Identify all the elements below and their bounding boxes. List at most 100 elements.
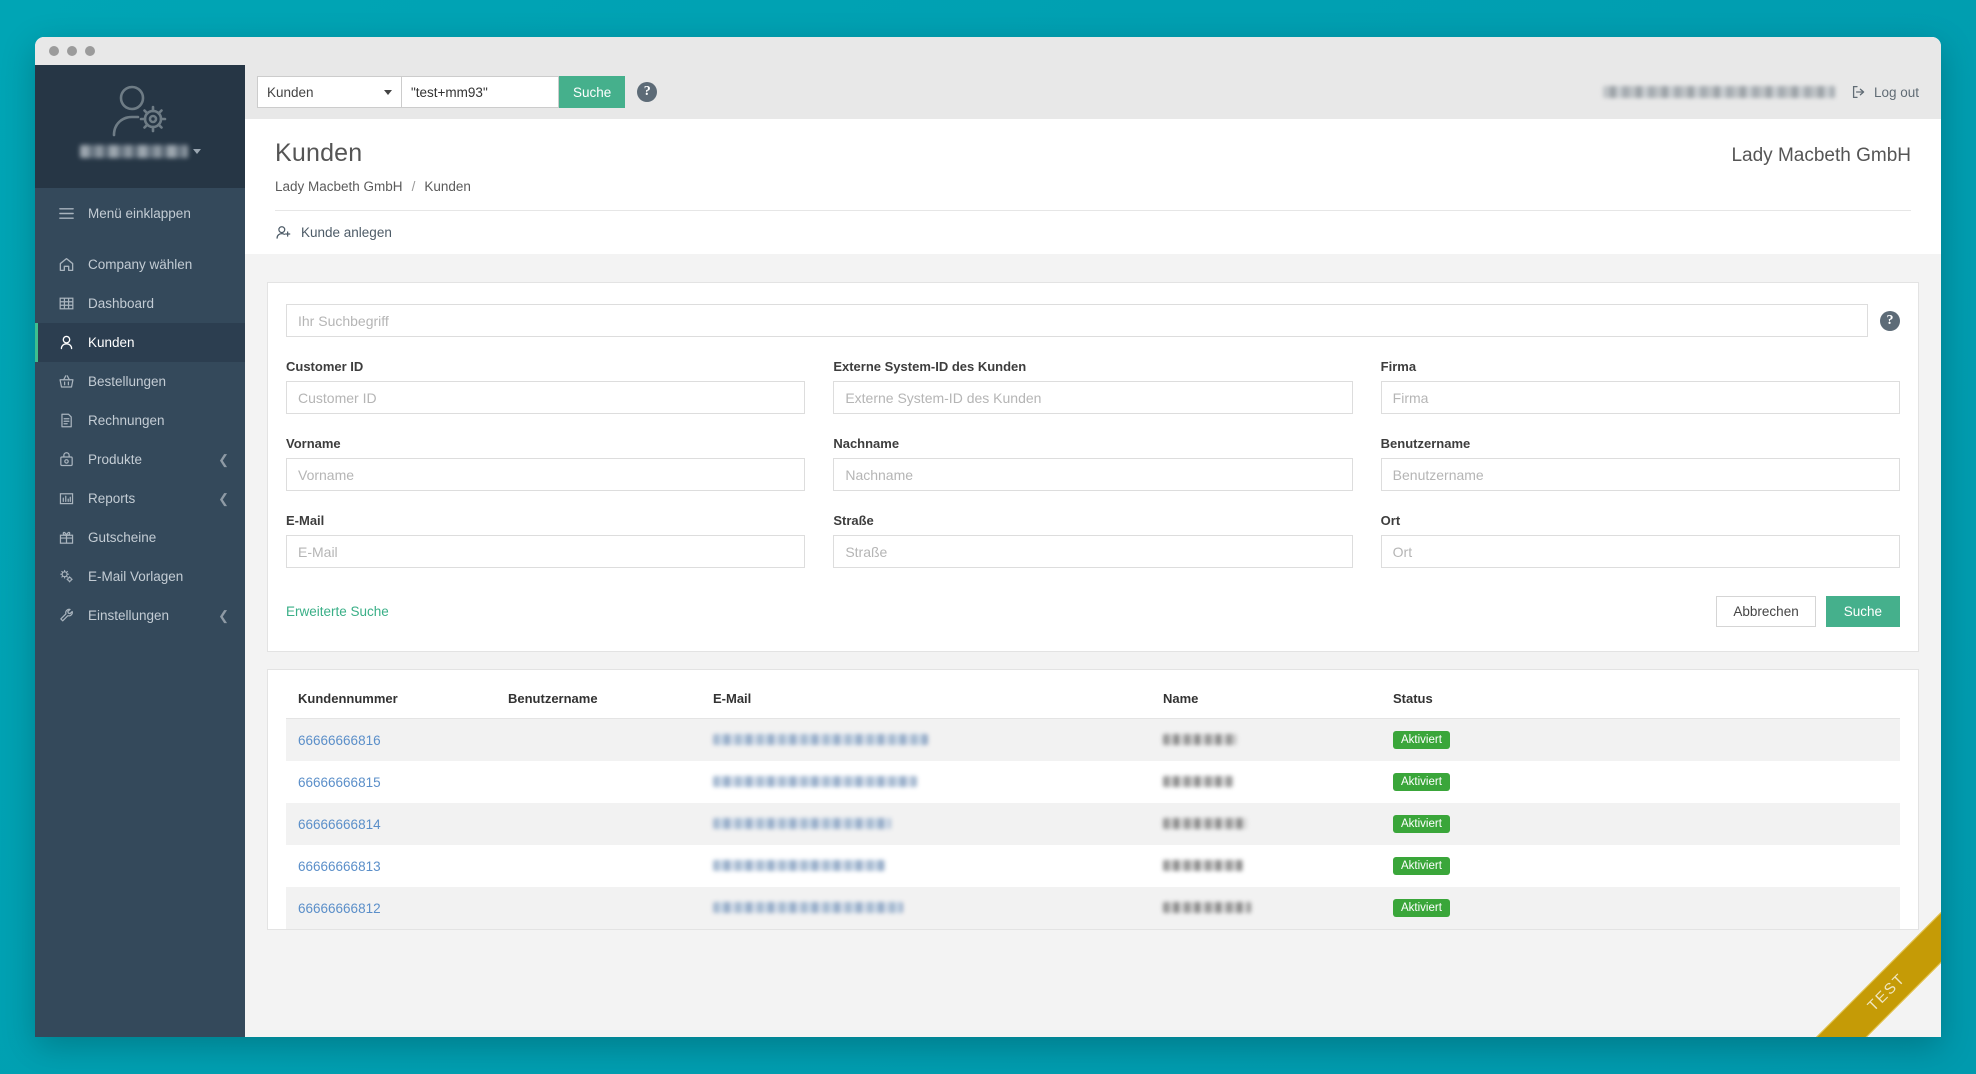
cell-email: [701, 803, 1151, 845]
column-header-benutzername[interactable]: Benutzername: [496, 670, 701, 719]
status-badge: Aktiviert: [1393, 857, 1450, 875]
nachname-input[interactable]: [833, 458, 1353, 491]
logout-button[interactable]: Log out: [1851, 84, 1919, 100]
logout-arrow-icon: [1852, 85, 1865, 99]
ort-input[interactable]: [1380, 535, 1900, 568]
user-icon: [60, 335, 73, 350]
customer-number-link[interactable]: 66666666814: [298, 817, 381, 832]
sidebar-item-email-vorlagen[interactable]: E-Mail Vorlagen: [35, 557, 245, 596]
sidebar-item-label: Gutscheine: [88, 530, 157, 545]
home-icon: [59, 257, 74, 272]
results-table-card: Kundennummer Benutzername E-Mail Name St…: [267, 669, 1919, 930]
page-title: Kunden: [275, 139, 363, 167]
customer-number-link[interactable]: 66666666813: [298, 859, 381, 874]
sidebar-item-reports[interactable]: Reports ❮: [35, 479, 245, 518]
cell-name: [1151, 803, 1381, 845]
benutzername-input[interactable]: [1380, 458, 1900, 491]
sidebar-item-label: Menü einklappen: [88, 206, 191, 221]
blurred-name: [1163, 817, 1247, 829]
global-search-input[interactable]: [402, 76, 559, 108]
customer-number-link[interactable]: 66666666816: [298, 733, 381, 748]
submit-search-button[interactable]: Suche: [1825, 596, 1900, 627]
cell-email: [701, 719, 1151, 762]
firma-input[interactable]: [1380, 381, 1900, 414]
global-search-button[interactable]: Suche: [559, 76, 626, 108]
breadcrumb-current: Kunden: [424, 179, 471, 194]
sidebar-item-label: Bestellungen: [88, 374, 167, 389]
table-body: 66666666816 Aktiviert 66666666815 Aktivi…: [286, 718, 1900, 929]
user-gear-icon: [112, 85, 167, 137]
customer-id-input[interactable]: [286, 381, 806, 414]
window-close-button[interactable]: [49, 46, 59, 56]
sidebar-item-menu-collapse[interactable]: Menü einklappen: [35, 194, 245, 233]
top-toolbar: Kunden Suche ? Log out: [245, 65, 1941, 119]
user-plus-icon: [276, 226, 291, 239]
cell-status: Aktiviert: [1381, 845, 1900, 887]
sidebar-item-company-waehlen[interactable]: Company wählen: [35, 245, 245, 284]
sidebar-item-kunden[interactable]: Kunden: [35, 323, 245, 362]
customer-number-link[interactable]: 66666666812: [298, 901, 381, 916]
table-row[interactable]: 66666666813 Aktiviert: [286, 845, 1900, 887]
search-filter-card: ? Customer ID Externe System-ID des Kund…: [267, 282, 1919, 652]
customer-number-link[interactable]: 66666666815: [298, 775, 381, 790]
table-row[interactable]: 66666666814 Aktiviert: [286, 803, 1900, 845]
external-system-id-input[interactable]: [833, 381, 1353, 414]
column-header-email[interactable]: E-Mail: [701, 670, 1151, 719]
table-row[interactable]: 66666666812 Aktiviert: [286, 887, 1900, 929]
breadcrumb-separator: /: [411, 179, 416, 194]
field-customer-id: Customer ID: [286, 359, 806, 414]
sidebar-item-rechnungen[interactable]: Rechnungen: [35, 401, 245, 440]
customers-table: Kundennummer Benutzername E-Mail Name St…: [286, 670, 1900, 929]
cell-name: [1151, 719, 1381, 762]
blurred-email: [713, 901, 903, 913]
breadcrumb: Lady Macbeth GmbH / Kunden: [275, 179, 1911, 194]
search-help-icon[interactable]: ?: [1880, 310, 1900, 331]
company-name: Lady Macbeth GmbH: [1731, 145, 1911, 166]
sidebar-item-label: Dashboard: [88, 296, 155, 311]
email-input[interactable]: [286, 535, 806, 568]
cell-status: Aktiviert: [1381, 761, 1900, 803]
blurred-email: [713, 859, 885, 871]
desktop-background: Menü einklappen Company wählen Dashboard…: [0, 0, 1976, 1074]
sidebar-item-einstellungen[interactable]: Einstellungen ❮: [35, 596, 245, 635]
window-minimize-button[interactable]: [67, 46, 77, 56]
column-header-kundennummer[interactable]: Kundennummer: [286, 670, 496, 719]
sidebar-item-produkte[interactable]: Produkte ❮: [35, 440, 245, 479]
search-term-input[interactable]: [286, 304, 1868, 337]
sidebar-user-menu[interactable]: [79, 145, 201, 158]
blurred-name: [1163, 859, 1243, 871]
sidebar-item-label: Reports: [88, 491, 136, 506]
cancel-button[interactable]: Abbrechen: [1716, 596, 1816, 627]
cell-benutzername: [496, 803, 701, 845]
breadcrumb-root[interactable]: Lady Macbeth GmbH: [275, 179, 403, 194]
cell-benutzername: [496, 761, 701, 803]
column-header-status[interactable]: Status: [1381, 670, 1900, 719]
status-badge: Aktiviert: [1393, 731, 1450, 749]
strasse-input[interactable]: [833, 535, 1353, 568]
field-ort: Ort: [1380, 513, 1900, 568]
sidebar-item-label: Einstellungen: [88, 608, 170, 623]
basket-icon: [59, 375, 74, 388]
window-maximize-button[interactable]: [85, 46, 95, 56]
table-row[interactable]: 66666666816 Aktiviert: [286, 718, 1900, 762]
vorname-input[interactable]: [286, 458, 806, 491]
cell-email: [701, 845, 1151, 887]
sidebar-item-gutscheine[interactable]: Gutscheine: [35, 518, 245, 557]
cell-name: [1151, 887, 1381, 929]
column-header-name[interactable]: Name: [1151, 670, 1381, 719]
blurred-name: [1163, 733, 1237, 745]
create-customer-button[interactable]: Kunde anlegen: [275, 224, 392, 241]
sidebar-item-dashboard[interactable]: Dashboard: [35, 284, 245, 323]
sidebar-item-bestellungen[interactable]: Bestellungen: [35, 362, 245, 401]
filter-fields-grid: Customer ID Externe System-ID des Kunden…: [286, 359, 1900, 590]
table-row[interactable]: 66666666815 Aktiviert: [286, 761, 1900, 803]
advanced-search-link[interactable]: Erweiterte Suche: [286, 604, 389, 619]
sidebar: Menü einklappen Company wählen Dashboard…: [35, 65, 245, 1037]
chevron-down-icon: [192, 149, 201, 154]
field-strasse: Straße: [833, 513, 1353, 568]
sidebar-user-header: [35, 65, 245, 188]
field-label: Customer ID: [286, 359, 364, 374]
search-scope-select[interactable]: Kunden: [257, 76, 402, 108]
chevron-left-icon: ❮: [218, 491, 229, 506]
question-mark-circle-icon[interactable]: ?: [637, 82, 658, 102]
